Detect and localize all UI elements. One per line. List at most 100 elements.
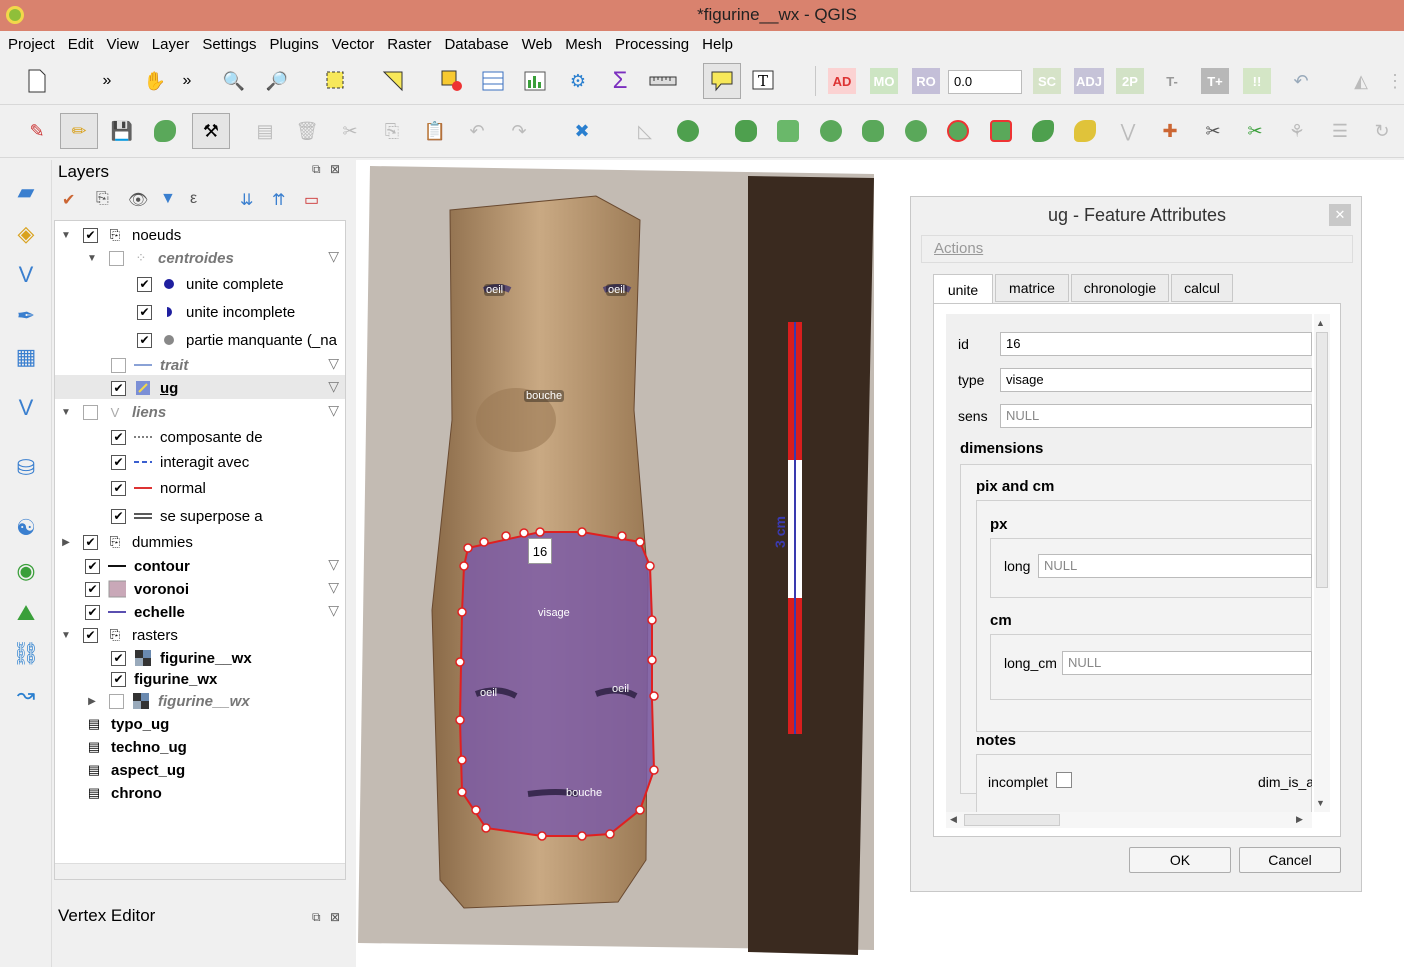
filter-icon[interactable]: ▽: [328, 355, 339, 372]
cut-icon[interactable]: ✂: [335, 116, 365, 146]
menu-mesh[interactable]: Mesh: [565, 36, 602, 53]
copy-icon[interactable]: ⎘: [377, 116, 407, 146]
layer-checkbox[interactable]: ✔: [85, 558, 100, 574]
menu-settings[interactable]: Settings: [202, 36, 256, 53]
horizontal-scrollbar[interactable]: ◀ ▶: [946, 812, 1312, 828]
snapping-icon[interactable]: ✖: [567, 116, 597, 146]
reshape-icon[interactable]: [1028, 116, 1058, 146]
trim-extend-icon[interactable]: ✚: [1155, 116, 1185, 146]
menu-processing[interactable]: Processing: [615, 36, 689, 53]
long-field[interactable]: NULL: [1038, 554, 1312, 578]
overflow-right-icon[interactable]: ⋮: [1380, 66, 1404, 96]
paste-icon[interactable]: 📋: [420, 116, 450, 146]
panel-close-icon[interactable]: ⊠: [330, 162, 340, 176]
save-edits-icon[interactable]: 💾: [107, 116, 137, 146]
rotate-feature-icon[interactable]: [731, 116, 761, 146]
text-annotation-icon[interactable]: T: [748, 66, 778, 96]
add-spatialite-icon[interactable]: ✒: [10, 300, 42, 332]
menu-vector[interactable]: Vector: [332, 36, 375, 53]
tab-chronologie[interactable]: chronologie: [1071, 274, 1169, 302]
add-polygon-icon[interactable]: [150, 116, 180, 146]
layer-figurine-wx[interactable]: ✔ figurine_wx: [111, 668, 217, 690]
merge-attributes-icon[interactable]: ☰: [1325, 116, 1355, 146]
merge-features-icon[interactable]: ⚘: [1282, 116, 1312, 146]
2p-button[interactable]: 2P: [1116, 68, 1144, 94]
legend-checkbox[interactable]: ✔: [111, 508, 126, 524]
scroll-left-icon[interactable]: ◀: [950, 814, 957, 825]
menu-web[interactable]: Web: [522, 36, 553, 53]
measure-icon[interactable]: [648, 66, 678, 96]
zoom-icon[interactable]: 🔎: [262, 66, 292, 96]
legend-item-se-superpose-a[interactable]: ✔ se superpose a: [111, 505, 263, 527]
expand-arrow-icon[interactable]: ▶: [59, 537, 73, 548]
legend-item-normal[interactable]: ✔ normal: [111, 477, 206, 499]
panel-close-icon[interactable]: ⊠: [330, 910, 340, 924]
sigma-icon[interactable]: Σ: [605, 66, 635, 96]
visibility-eye-icon[interactable]: 👁: [128, 190, 148, 210]
advanced-digitizing-button[interactable]: AD: [828, 68, 856, 94]
tab-unite[interactable]: unite: [933, 274, 993, 304]
layer-checkbox[interactable]: [111, 357, 126, 373]
mo-button[interactable]: MO: [870, 68, 898, 94]
add-raster-layer-icon[interactable]: ◈: [10, 218, 42, 250]
legend-checkbox[interactable]: ✔: [137, 332, 152, 348]
python-icon[interactable]: ☯: [10, 512, 42, 544]
advanced-digitize-icon[interactable]: ◺: [630, 116, 660, 146]
add-group-icon[interactable]: ⎘: [96, 190, 109, 208]
incomplet-checkbox[interactable]: [1056, 772, 1072, 788]
legend-item-unite-incomplete[interactable]: ✔ unite incomplete: [137, 301, 295, 323]
toolbar-overflow-icon[interactable]: »: [92, 66, 122, 96]
layer-ug[interactable]: ✔ ug: [111, 377, 178, 399]
legend-checkbox[interactable]: ✔: [137, 304, 152, 320]
filter-icon[interactable]: ▽: [328, 402, 339, 419]
cancel-button[interactable]: Cancel: [1239, 847, 1341, 873]
menu-database[interactable]: Database: [444, 36, 508, 53]
filter-legend-icon[interactable]: ▼: [160, 190, 176, 208]
split-parts-icon[interactable]: ✂: [1240, 116, 1270, 146]
identify-icon[interactable]: 🔍: [219, 66, 249, 96]
filter-icon[interactable]: ▽: [328, 556, 339, 573]
filter-icon[interactable]: ▽: [328, 579, 339, 596]
long-cm-field[interactable]: NULL: [1062, 651, 1312, 675]
horizontal-scrollbar[interactable]: [55, 863, 345, 879]
style-manager-icon[interactable]: ✔: [62, 190, 75, 210]
fill-ring-icon[interactable]: [901, 116, 931, 146]
reverse-line-icon[interactable]: ⋁: [1113, 116, 1143, 146]
layer-aspect-ug[interactable]: ▤ aspect_ug: [85, 759, 185, 781]
sc-button[interactable]: SC: [1033, 68, 1061, 94]
layer-group-dummies[interactable]: ▶ ✔ ⎘ dummies: [59, 531, 193, 553]
menu-layer[interactable]: Layer: [152, 36, 190, 53]
layer-typo-ug[interactable]: ▤ typo_ug: [85, 713, 170, 735]
rotation-input[interactable]: 0.0: [948, 70, 1022, 94]
deselect-icon[interactable]: [437, 66, 467, 96]
collapse-arrow-icon[interactable]: ▼: [85, 253, 99, 264]
network-icon[interactable]: ⛓: [10, 638, 42, 670]
layer-checkbox[interactable]: ✔: [83, 627, 98, 643]
tab-matrice[interactable]: matrice: [995, 274, 1069, 302]
layer-checkbox[interactable]: ✔: [111, 671, 126, 687]
scroll-right-icon[interactable]: ▶: [1296, 814, 1303, 825]
vertex-tool-icon[interactable]: ⚒: [192, 113, 230, 149]
menu-raster[interactable]: Raster: [387, 36, 431, 53]
expand-arrow-icon[interactable]: ▶: [85, 696, 99, 707]
legend-checkbox[interactable]: ✔: [111, 480, 126, 496]
layer-figurine-wx-raster[interactable]: ✔ figurine__wx: [111, 647, 252, 669]
toolbar-overflow-icon-2[interactable]: »: [172, 66, 202, 96]
gear-icon[interactable]: ⚙: [563, 66, 593, 96]
layer-checkbox[interactable]: ✔: [85, 581, 100, 597]
layer-figurine-wx-2[interactable]: ▶ figurine__wx: [85, 690, 250, 712]
menu-view[interactable]: View: [107, 36, 139, 53]
add-wcs-layer-icon[interactable]: ⛰: [10, 597, 42, 629]
delete-ring-icon[interactable]: [943, 116, 973, 146]
move-feature-icon[interactable]: [673, 116, 703, 146]
menu-project[interactable]: Project: [8, 36, 55, 53]
select-polygon-icon[interactable]: [378, 66, 408, 96]
close-icon[interactable]: ✕: [1329, 204, 1351, 226]
collapse-all-icon[interactable]: ⇈: [272, 190, 285, 210]
layer-checkbox[interactable]: ✔: [111, 380, 126, 396]
collapse-arrow-icon[interactable]: ▼: [59, 230, 73, 241]
scroll-up-icon[interactable]: ▲: [1316, 318, 1325, 328]
qgis-server-icon[interactable]: ◉: [10, 555, 42, 587]
menu-edit[interactable]: Edit: [68, 36, 94, 53]
id-field[interactable]: 16: [1000, 332, 1312, 356]
